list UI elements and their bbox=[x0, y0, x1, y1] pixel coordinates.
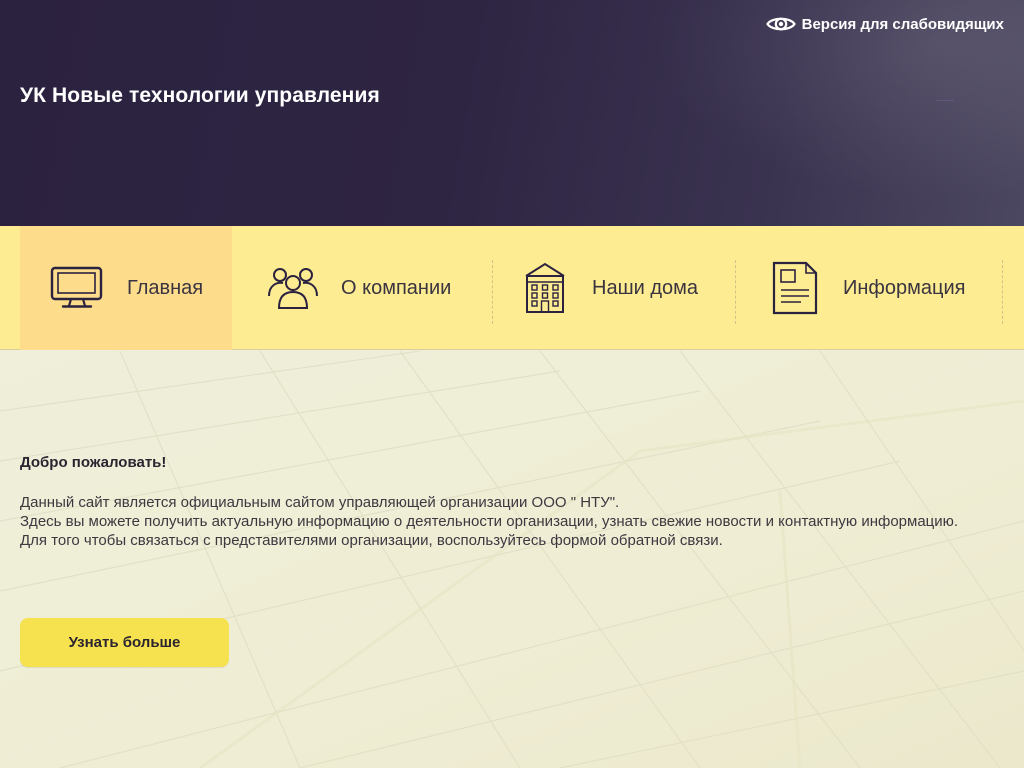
nav-item-home[interactable]: Главная bbox=[20, 226, 232, 350]
document-icon bbox=[771, 261, 819, 315]
building-icon bbox=[523, 262, 567, 314]
header-divider bbox=[936, 100, 954, 101]
learn-more-button[interactable]: Узнать больше bbox=[20, 618, 229, 667]
welcome-heading: Добро пожаловать! bbox=[20, 454, 167, 471]
monitor-icon bbox=[49, 266, 105, 310]
accessibility-version-label: Версия для слабовидящих bbox=[801, 15, 1004, 33]
hero-section: Добро пожаловать! Данный сайт является о… bbox=[0, 351, 1024, 768]
nav-item-about[interactable]: О компании bbox=[232, 226, 492, 350]
welcome-paragraph: Данный сайт является официальным сайтом … bbox=[20, 493, 960, 550]
nav-label-home: Главная bbox=[127, 276, 204, 299]
nav-label-info: Информация bbox=[843, 276, 966, 299]
main-nav: Главная О компании Наши дома Информация bbox=[0, 226, 1024, 350]
nav-label-houses: Наши дома bbox=[592, 276, 699, 299]
site-title[interactable]: УК Новые технологии управления bbox=[20, 84, 380, 108]
eye-icon bbox=[765, 14, 796, 34]
nav-label-about: О компании bbox=[341, 276, 452, 299]
site-header: Версия для слабовидящих УК Новые техноло… bbox=[0, 0, 1024, 226]
welcome-line: Здесь вы можете получить актуальную инфо… bbox=[20, 513, 959, 530]
accessibility-version-link[interactable]: Версия для слабовидящих bbox=[765, 12, 1004, 36]
nav-item-houses[interactable]: Наши дома bbox=[493, 226, 735, 350]
building-background-image bbox=[0, 351, 1024, 768]
nav-item-info[interactable]: Информация bbox=[736, 226, 1002, 350]
welcome-line: Данный сайт является официальным сайтом … bbox=[20, 494, 620, 511]
welcome-line: Для того чтобы связаться с представителя… bbox=[20, 532, 723, 549]
welcome-text-block: Добро пожаловать! Данный сайт является о… bbox=[20, 454, 960, 550]
people-icon bbox=[267, 266, 319, 310]
nav-divider bbox=[1002, 260, 1003, 324]
